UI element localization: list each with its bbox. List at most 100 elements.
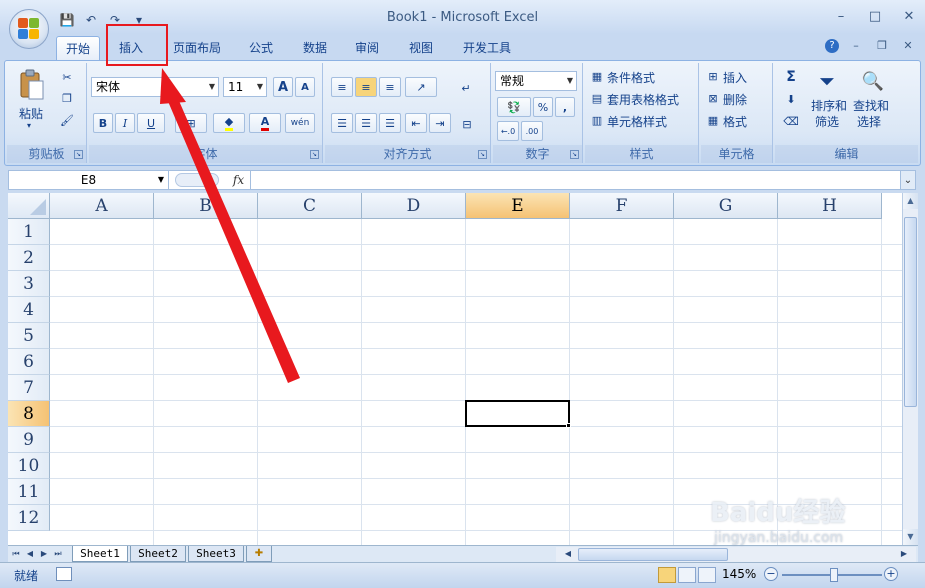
align-bottom-icon[interactable]: ≡ bbox=[379, 77, 401, 97]
window-minimize-button[interactable]: – bbox=[831, 8, 851, 26]
cell-styles-button[interactable]: 单元格样式 bbox=[607, 113, 667, 130]
sheet-tab-1[interactable]: Sheet1 bbox=[72, 546, 128, 562]
underline-button[interactable]: U bbox=[137, 113, 165, 133]
window-close-button[interactable]: ✕ bbox=[899, 8, 919, 26]
clear-icon[interactable]: ⌫ bbox=[779, 111, 803, 131]
alignment-launcher-icon[interactable]: ↘ bbox=[478, 150, 487, 159]
fill-icon[interactable]: ⬇ bbox=[779, 89, 803, 109]
grow-font-button[interactable]: A bbox=[273, 77, 293, 97]
window-maximize-button[interactable]: □ bbox=[865, 8, 885, 26]
doc-minimize-button[interactable]: – bbox=[847, 38, 865, 54]
scroll-up-icon[interactable]: ▲ bbox=[903, 193, 918, 209]
bold-button[interactable]: B bbox=[93, 113, 113, 133]
last-sheet-icon[interactable]: ⏭ bbox=[52, 547, 64, 561]
page-layout-view-icon[interactable] bbox=[678, 567, 696, 583]
copy-icon[interactable]: ❐ bbox=[59, 90, 75, 106]
row-header-4[interactable]: 4 bbox=[8, 297, 50, 323]
font-launcher-icon[interactable]: ↘ bbox=[310, 150, 319, 159]
scroll-left-icon[interactable]: ◀ bbox=[562, 547, 574, 561]
row-header-6[interactable]: 6 bbox=[8, 349, 50, 375]
currency-icon[interactable]: 💱 bbox=[497, 97, 531, 117]
insert-sheet-icon[interactable]: ✚ bbox=[246, 546, 272, 562]
tab-home[interactable]: 开始 bbox=[56, 36, 100, 60]
select-all-button[interactable] bbox=[8, 193, 50, 219]
column-header-b[interactable]: B bbox=[154, 193, 258, 219]
horizontal-scroll-thumb[interactable] bbox=[578, 548, 728, 561]
clipboard-launcher-icon[interactable]: ↘ bbox=[74, 150, 83, 159]
formula-bar-resize-handle[interactable] bbox=[175, 173, 219, 187]
tab-formulas[interactable]: 公式 bbox=[240, 36, 282, 60]
row-header-12[interactable]: 12 bbox=[8, 505, 50, 531]
tab-page-layout[interactable]: 页面布局 bbox=[166, 36, 228, 60]
tab-developer[interactable]: 开发工具 bbox=[452, 36, 522, 60]
fill-handle[interactable] bbox=[566, 423, 571, 428]
help-icon[interactable]: ? bbox=[825, 39, 839, 53]
paste-button[interactable]: 粘贴 bbox=[19, 105, 43, 122]
tab-data[interactable]: 数据 bbox=[294, 36, 336, 60]
active-cell[interactable] bbox=[465, 400, 570, 427]
row-header-8[interactable]: 8 bbox=[8, 401, 50, 427]
percent-button[interactable]: % bbox=[533, 97, 553, 117]
decrease-indent-icon[interactable]: ⇤ bbox=[405, 113, 427, 133]
wrap-text-icon[interactable]: ↵ bbox=[455, 77, 477, 99]
office-button[interactable] bbox=[9, 9, 49, 49]
sort-filter-button[interactable]: 排序和 bbox=[811, 97, 847, 114]
border-icon[interactable]: ⊞ bbox=[175, 113, 207, 133]
sheet-tab-3[interactable]: Sheet3 bbox=[188, 546, 244, 562]
column-header-a[interactable]: A bbox=[50, 193, 154, 219]
normal-view-icon[interactable] bbox=[658, 567, 676, 583]
font-color-button[interactable]: A bbox=[249, 113, 281, 133]
zoom-level[interactable]: 145% bbox=[722, 567, 756, 581]
next-sheet-icon[interactable]: ▶ bbox=[38, 547, 50, 561]
name-box[interactable]: E8 ▼ bbox=[9, 171, 169, 189]
column-header-d[interactable]: D bbox=[362, 193, 466, 219]
increase-decimal-button[interactable]: ←.0 bbox=[497, 121, 519, 141]
cut-icon[interactable]: ✂ bbox=[59, 69, 75, 85]
align-right-icon[interactable]: ☰ bbox=[379, 113, 401, 133]
row-header-5[interactable]: 5 bbox=[8, 323, 50, 349]
format-cells-button[interactable]: 格式 bbox=[723, 113, 747, 130]
merge-center-icon[interactable]: ⊟ bbox=[455, 113, 479, 135]
row-header-7[interactable]: 7 bbox=[8, 375, 50, 401]
row-header-11[interactable]: 11 bbox=[8, 479, 50, 505]
insert-function-button[interactable]: fx bbox=[227, 171, 251, 189]
sheet-tab-2[interactable]: Sheet2 bbox=[130, 546, 186, 562]
decrease-decimal-button[interactable]: .00 bbox=[521, 121, 543, 141]
number-format-combo[interactable]: 常规 ▼ bbox=[495, 71, 577, 91]
autosum-button[interactable]: Σ bbox=[779, 67, 803, 87]
conditional-format-button[interactable]: 条件格式 bbox=[607, 69, 655, 86]
zoom-slider-thumb[interactable] bbox=[830, 568, 838, 582]
expand-formula-bar-icon[interactable]: ⌄ bbox=[900, 170, 916, 190]
tab-review[interactable]: 审阅 bbox=[346, 36, 388, 60]
comma-button[interactable]: , bbox=[555, 97, 575, 117]
page-break-view-icon[interactable] bbox=[698, 567, 716, 583]
paste-icon[interactable] bbox=[17, 67, 47, 103]
formula-input[interactable] bbox=[255, 171, 915, 189]
first-sheet-icon[interactable]: ⏮ bbox=[10, 547, 22, 561]
paste-dropdown-icon[interactable]: ▾ bbox=[27, 121, 31, 130]
fill-color-icon[interactable]: ◆ bbox=[213, 113, 245, 133]
number-launcher-icon[interactable]: ↘ bbox=[570, 150, 579, 159]
zoom-in-icon[interactable]: + bbox=[884, 567, 898, 581]
italic-button[interactable]: I bbox=[115, 113, 135, 133]
font-name-combo[interactable]: 宋体 ▼ bbox=[91, 77, 219, 97]
row-header-9[interactable]: 9 bbox=[8, 427, 50, 453]
format-painter-icon[interactable]: 🖌 bbox=[59, 112, 75, 128]
align-middle-icon[interactable]: ≡ bbox=[355, 77, 377, 97]
format-as-table-button[interactable]: 套用表格格式 bbox=[607, 91, 679, 108]
doc-close-button[interactable]: ✕ bbox=[899, 38, 917, 54]
column-header-c[interactable]: C bbox=[258, 193, 362, 219]
column-header-f[interactable]: F bbox=[570, 193, 674, 219]
delete-cells-button[interactable]: 删除 bbox=[723, 91, 747, 108]
row-header-3[interactable]: 3 bbox=[8, 271, 50, 297]
row-header-2[interactable]: 2 bbox=[8, 245, 50, 271]
insert-cells-button[interactable]: 插入 bbox=[723, 69, 747, 86]
align-center-icon[interactable]: ☰ bbox=[355, 113, 377, 133]
phonetic-button[interactable]: wén bbox=[285, 113, 315, 133]
find-select-button[interactable]: 查找和 bbox=[853, 97, 889, 114]
column-header-g[interactable]: G bbox=[674, 193, 778, 219]
zoom-out-icon[interactable]: − bbox=[764, 567, 778, 581]
align-left-icon[interactable]: ☰ bbox=[331, 113, 353, 133]
record-macro-icon[interactable] bbox=[56, 567, 72, 581]
align-top-icon[interactable]: ≡ bbox=[331, 77, 353, 97]
